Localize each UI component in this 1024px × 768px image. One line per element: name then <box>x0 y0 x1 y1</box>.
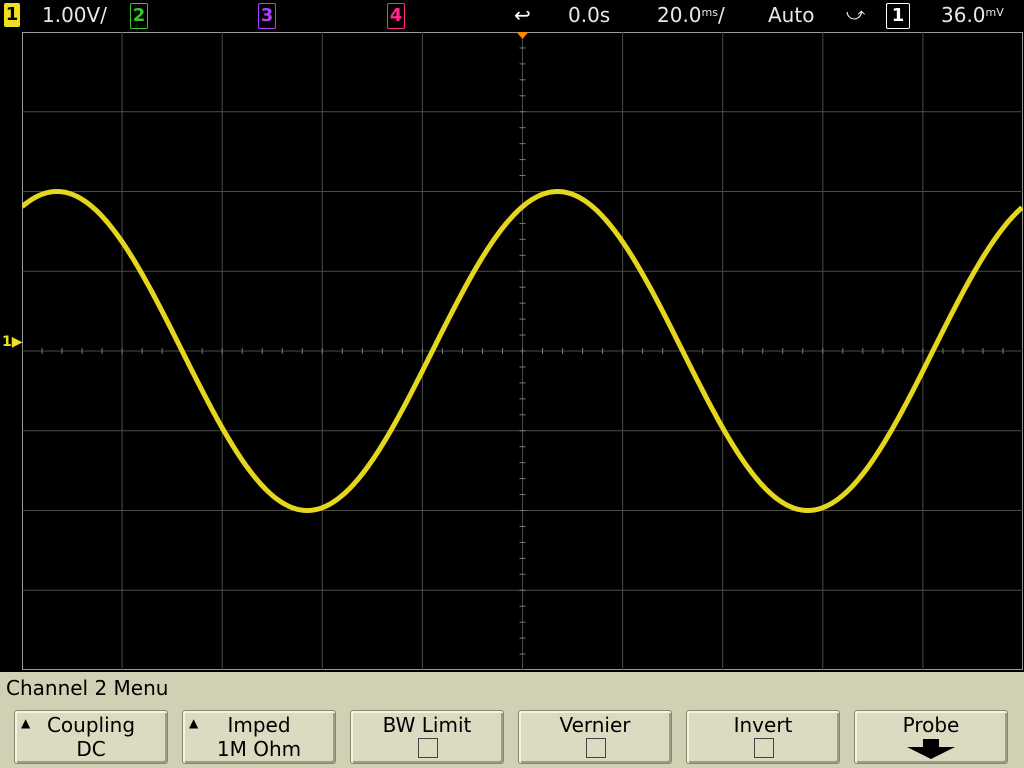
channel-2-badge[interactable]: 2 <box>130 3 148 29</box>
channel-1-scale: 1.00V/ <box>42 3 107 27</box>
coupling-value: DC <box>76 737 106 761</box>
impedance-label: Imped <box>227 713 291 737</box>
channel-1-ground-marker[interactable]: 1▶ <box>2 334 23 350</box>
waveform-display <box>22 32 1023 670</box>
impedance-softkey[interactable]: ▲ Imped 1M Ohm <box>182 710 336 764</box>
bw-limit-label: BW Limit <box>382 713 472 737</box>
trigger-level-value: 36.0 <box>941 3 986 27</box>
probe-label: Probe <box>902 713 960 737</box>
channel-1-badge[interactable]: 1 <box>4 3 20 27</box>
softkey-menu-bar: Channel 2 Menu ▲ Coupling DC ▲ Imped 1M … <box>0 672 1024 768</box>
vernier-checkbox[interactable] <box>586 738 606 758</box>
channel-4-badge[interactable]: 4 <box>387 3 405 29</box>
coupling-softkey[interactable]: ▲ Coupling DC <box>14 710 168 764</box>
status-bar: 1 1.00V/ 2 3 4 ↩ 0.0s 20.0ms/ Auto ⤻ 1 3… <box>0 0 1024 30</box>
menu-title: Channel 2 Menu <box>6 676 169 700</box>
bw-limit-softkey[interactable]: BW Limit <box>350 710 504 764</box>
channel-3-badge[interactable]: 3 <box>258 3 276 29</box>
timebase-unit: ms <box>701 6 718 19</box>
timebase: 20.0ms/ <box>657 0 725 30</box>
vernier-label: Vernier <box>559 713 631 737</box>
trigger-source-badge[interactable]: 1 <box>886 3 910 29</box>
coupling-label: Coupling <box>46 713 136 737</box>
probe-softkey[interactable]: Probe <box>854 710 1008 764</box>
bw-limit-checkbox[interactable] <box>418 738 438 758</box>
timebase-slash: / <box>717 3 725 27</box>
impedance-value: 1M Ohm <box>216 737 302 761</box>
trigger-delay-icon: ↩ <box>514 3 531 27</box>
invert-softkey[interactable]: Invert <box>686 710 840 764</box>
timebase-value: 20.0 <box>657 3 702 27</box>
trigger-level-unit: mV <box>985 6 1004 19</box>
channel-1-ground-label: 1 <box>2 334 12 350</box>
trigger-mode: Auto <box>768 3 815 27</box>
graticule <box>22 32 1023 670</box>
rising-edge-icon: ⤻ <box>846 4 866 25</box>
vernier-softkey[interactable]: Vernier <box>518 710 672 764</box>
invert-checkbox[interactable] <box>754 738 774 758</box>
invert-label: Invert <box>733 713 793 737</box>
time-delay: 0.0s <box>568 3 611 27</box>
down-arrow-icon <box>907 739 955 759</box>
trigger-level: 36.0mV <box>941 0 1004 30</box>
